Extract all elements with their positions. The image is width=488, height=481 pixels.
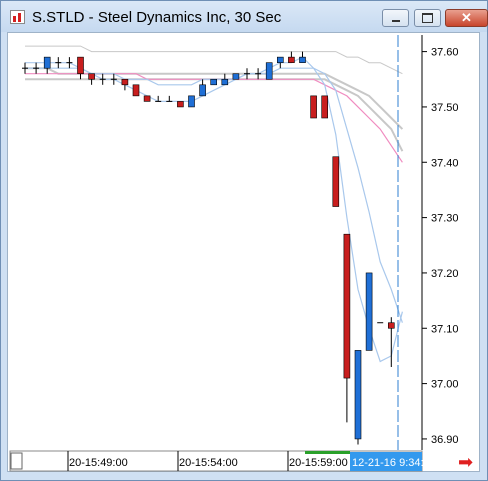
candlestick-chart[interactable]: 37.60 37.50 37.40 37.30 37.20 37.10 37.00 36.90… [0, 0, 488, 481]
price-tick-label: 37.00 [431, 379, 459, 391]
time-tick-label: 20-15:49:00 [69, 457, 128, 469]
candle-down [332, 156, 340, 207]
candle-up [221, 78, 229, 86]
candle-up [232, 73, 240, 80]
cursor-time-label: 12-21-16 9:34:00 [352, 457, 436, 469]
time-tick-label: 20-15:54:00 [179, 457, 238, 469]
time-axis-highlight [305, 451, 350, 454]
candle-down [343, 233, 351, 379]
candle-up [265, 62, 273, 80]
candle-up [210, 78, 217, 86]
price-tick-label: 37.30 [431, 213, 459, 225]
price-tick-label: 36.90 [431, 434, 459, 446]
ma-pink-line [25, 73, 403, 163]
candle-down [321, 95, 329, 119]
time-tick-label: 20-15:59:00 [289, 457, 348, 469]
candle-down [143, 95, 151, 102]
candle-up [354, 350, 362, 440]
price-tick-label: 37.10 [431, 323, 459, 335]
price-tick-label: 37.20 [431, 268, 459, 280]
candle-up [299, 56, 306, 63]
price-tick-label: 37.40 [431, 157, 459, 169]
candle-up [188, 95, 195, 108]
candle-down [387, 322, 395, 329]
candle-up [43, 56, 51, 69]
candle-down [177, 101, 184, 108]
scroll-right-arrow-icon[interactable]: ➡ [458, 452, 473, 473]
candle-down [121, 78, 129, 86]
candle-down [132, 84, 140, 97]
time-scroll-thumb [10, 452, 23, 470]
candle-up [365, 272, 373, 351]
candle-down [310, 95, 317, 119]
ma-gray-line-1 [25, 67, 404, 130]
candle-up [276, 56, 284, 63]
candle-down [77, 56, 84, 75]
candle-down [88, 73, 95, 80]
candle-down [288, 56, 295, 63]
price-tick-label: 37.60 [431, 47, 459, 59]
candle-up [199, 84, 206, 97]
price-tick-label: 37.50 [431, 102, 459, 114]
